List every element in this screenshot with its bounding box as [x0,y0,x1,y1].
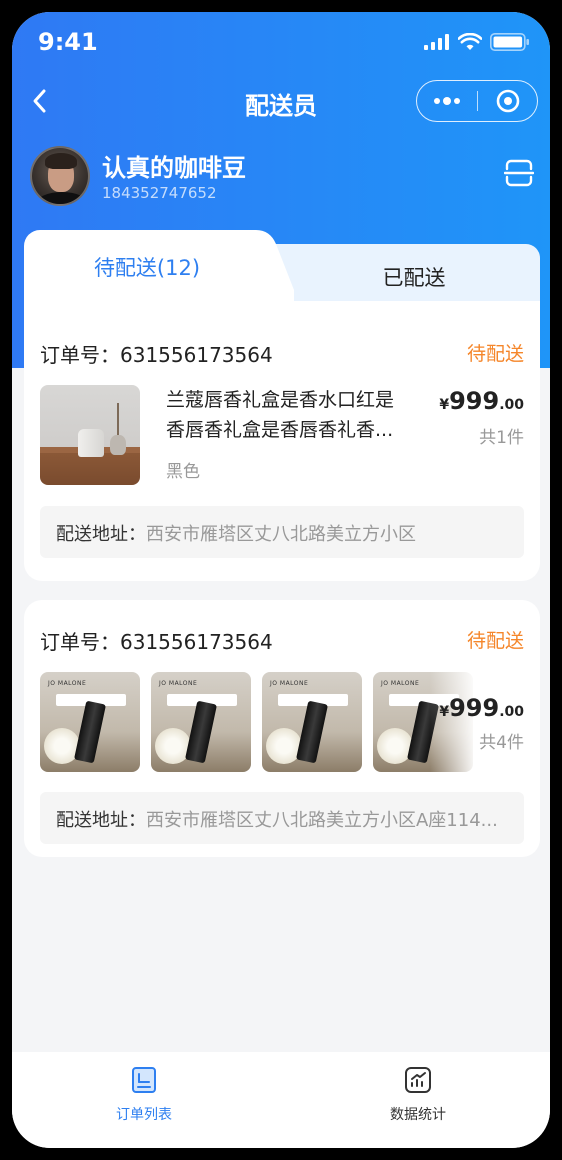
more-button[interactable] [417,81,477,121]
order-status: 待配送 [466,630,524,652]
mini-program-capsule [416,80,538,122]
tab-delivered-label: 已配送 [382,266,446,290]
product-image[interactable]: JO MALONE [262,672,362,772]
order-status: 待配送 [466,343,524,365]
target-circle-icon [496,89,519,113]
scan-icon [503,159,535,187]
tab-order-list-label: 订单列表 [116,1107,172,1123]
wifi-icon [458,33,482,50]
scroll-fade [430,670,486,774]
profile-header: 认真的咖啡豆 184352747652 [30,146,540,210]
product-price: ¥999.00 [439,694,524,722]
product-price: ¥999.00 [439,387,524,415]
tab-pending-label: 待配送(12) [93,256,201,280]
delivery-address: 配送地址：西安市雁塔区丈八北路美立方小区 [40,506,524,558]
user-name: 认真的咖啡豆 [102,154,246,182]
more-dots-icon [434,97,460,105]
product-image[interactable] [40,385,140,485]
status-bar: 9:41 [12,12,550,68]
order-number: 订单号：631556173564 [40,343,273,367]
scan-button[interactable] [503,158,535,188]
order-tabs: 待配送(12) 已配送 [24,230,540,302]
user-phone: 184352747652 [102,184,217,202]
screen: 9:41 配送员 认真的咖啡豆 184352747652 待配送(12) 已配送… [12,12,550,1148]
delivery-address: 配送地址：西安市雁塔区丈八北路美立方小区A座114... [40,792,524,844]
battery-icon [490,33,529,51]
avatar[interactable] [30,146,90,206]
product-quantity: 共4件 [479,733,524,753]
navigation-bar: 配送员 [12,76,550,128]
product-title: 兰蔻唇香礼盒是香水口红是香唇香礼盒是香唇香礼香... [166,389,395,441]
status-time: 9:41 [38,28,98,56]
order-list-icon [132,1067,156,1093]
tab-statistics[interactable]: 数据统计 [348,1066,488,1124]
product-image[interactable]: JO MALONE [40,672,140,772]
close-miniprogram-button[interactable] [478,81,537,121]
tab-order-list[interactable]: 订单列表 [74,1066,214,1124]
product-spec: 黑色 [166,462,200,482]
phone-frame: 9:41 配送员 认真的咖啡豆 184352747652 待配送(12) 已配送… [0,0,562,1160]
tab-statistics-label: 数据统计 [390,1107,446,1123]
order-number: 订单号：631556173564 [40,630,273,654]
order-card[interactable]: 订单号：631556173564 待配送 JO MALONE JO MALONE… [24,600,540,857]
status-icons [424,32,530,52]
product-image[interactable]: JO MALONE [151,672,251,772]
order-card[interactable]: 订单号：631556173564 待配送 兰蔻唇香礼盒是香水口红是香唇香礼盒是香… [24,301,540,581]
statistics-icon [405,1067,431,1093]
signal-icon [424,34,449,50]
product-quantity: 共1件 [479,428,524,448]
bottom-tab-bar: 订单列表 数据统计 [12,1052,550,1148]
